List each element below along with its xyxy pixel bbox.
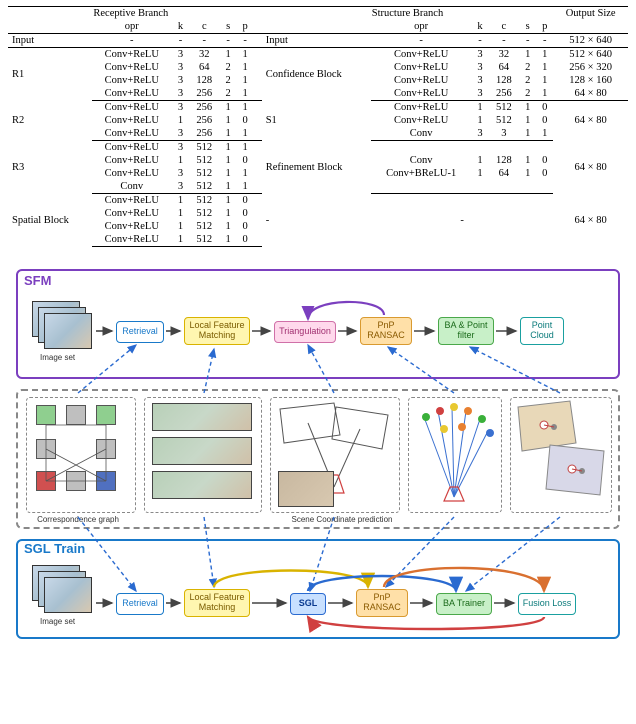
- node-icon: [36, 471, 56, 491]
- point-icon: [486, 429, 494, 437]
- grp-input: Input: [8, 34, 92, 48]
- node-icon: [66, 405, 86, 425]
- point-icon: [464, 407, 472, 415]
- imageset-sfm: [32, 301, 94, 351]
- imageset-label-sgl: Image set: [40, 617, 75, 626]
- pnp-sfm: PnP RANSAC: [360, 317, 412, 345]
- node-icon: [96, 471, 116, 491]
- sgl-title: SGL Train: [24, 541, 85, 556]
- lfm-sfm: Local Feature Matching: [184, 317, 250, 345]
- sgl-box: SGL: [290, 593, 326, 615]
- point-icon: [440, 425, 448, 433]
- imageset-sgl: [32, 565, 94, 615]
- scene-label: Scene Coordinate prediction: [282, 515, 402, 524]
- ba-filter-box: BA & Point filter: [438, 317, 494, 345]
- match-img-icon: [152, 403, 252, 431]
- ba-trainer-box: BA Trainer: [436, 593, 492, 615]
- hdr-receptive: Receptive Branch: [8, 7, 254, 21]
- triangulation-box: Triangulation: [274, 321, 336, 343]
- point-icon: [450, 403, 458, 411]
- fusion-box: Fusion Loss: [518, 593, 576, 615]
- pnp-sgl: PnP RANSAC: [356, 589, 408, 617]
- corr-label: Correspondence graph: [28, 515, 128, 524]
- sgl-panel: [16, 539, 620, 639]
- point-icon: [478, 415, 486, 423]
- sub-refine: [510, 397, 612, 513]
- hdr-structure: Structure Branch: [262, 7, 554, 21]
- imageset-label-sfm: Image set: [40, 353, 75, 362]
- match-img-icon: [152, 437, 252, 465]
- pipeline-diagram: SFM SGL Train Image set Retrieval Local …: [8, 265, 628, 645]
- sfm-title: SFM: [24, 273, 51, 288]
- lfm-sgl: Local Feature Matching: [184, 589, 250, 617]
- node-icon: [66, 471, 86, 491]
- point-icon: [422, 413, 430, 421]
- table: Receptive Branch Structure Branch Output…: [8, 6, 628, 247]
- node-icon: [96, 439, 116, 459]
- retrieval-sfm: Retrieval: [116, 321, 164, 343]
- retrieval-sgl: Retrieval: [116, 593, 164, 615]
- hdr-output: Output Size: [553, 7, 628, 21]
- pointcloud-box: Point Cloud: [520, 317, 564, 345]
- node-icon: [96, 405, 116, 425]
- node-icon: [36, 439, 56, 459]
- architecture-table: Receptive Branch Structure Branch Output…: [0, 0, 636, 257]
- point-icon: [436, 407, 444, 415]
- point-icon: [458, 423, 466, 431]
- node-icon: [36, 405, 56, 425]
- scene-building-icon: [278, 471, 334, 507]
- match-img-icon: [152, 471, 252, 499]
